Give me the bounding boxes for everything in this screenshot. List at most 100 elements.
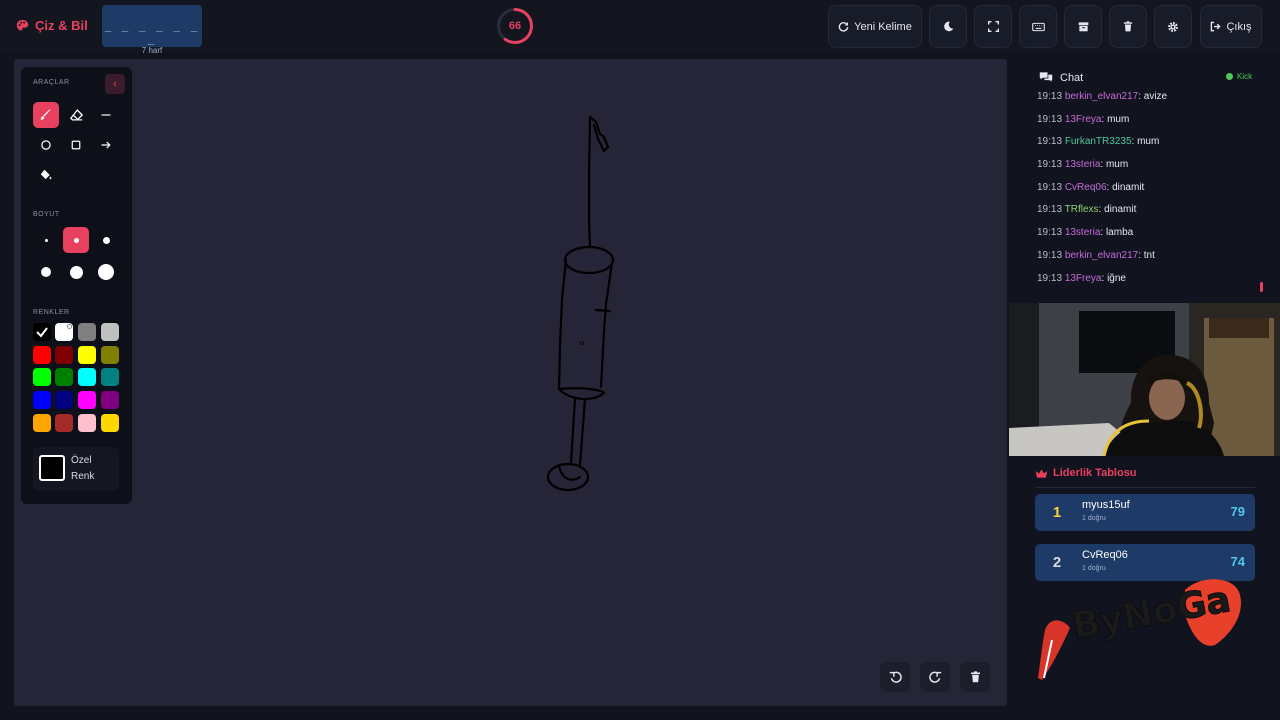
- trash-icon: [1123, 21, 1133, 32]
- exit-button[interactable]: Çıkış: [1200, 5, 1262, 48]
- color-swatch[interactable]: [55, 345, 73, 364]
- eraser-tool[interactable]: [63, 102, 89, 128]
- collapse-panel-button[interactable]: ‹: [105, 74, 125, 94]
- chat-message: 19:13 13Freya: iğne: [1037, 272, 1126, 284]
- redo-icon: [928, 671, 941, 683]
- new-word-label: Yeni Kelime: [854, 20, 912, 33]
- color-swatch[interactable]: [78, 413, 96, 432]
- leaderboard-rank: 2: [1052, 554, 1062, 571]
- chat-bubbles-icon: [1039, 72, 1053, 82]
- chat-username[interactable]: FurkanTR3235: [1065, 136, 1132, 147]
- chat-username[interactable]: CvReq06: [1065, 182, 1107, 193]
- color-swatch[interactable]: [101, 345, 119, 364]
- color-swatch[interactable]: [33, 345, 51, 364]
- chat-time: 19:13: [1037, 227, 1063, 239]
- custom-color-button[interactable]: Özel Renk: [33, 447, 119, 491]
- size-option-4[interactable]: [33, 259, 59, 285]
- chat-username[interactable]: 13steria: [1065, 159, 1101, 170]
- eraser-icon: [69, 109, 83, 121]
- color-swatch[interactable]: [55, 413, 73, 432]
- color-swatch[interactable]: [78, 323, 96, 341]
- clear-all-button[interactable]: [1109, 5, 1147, 48]
- chat-username[interactable]: TRflexs: [1065, 204, 1099, 215]
- theme-toggle-button[interactable]: [929, 5, 967, 48]
- chat-message-list: 19:13 berkin_elvan217: avize 19:13 13Frey…: [1037, 91, 1257, 295]
- chat-text: mum: [1105, 159, 1129, 171]
- color-swatch[interactable]: [55, 368, 73, 387]
- color-swatch[interactable]: [78, 391, 96, 410]
- chat-username[interactable]: 13steria: [1065, 227, 1101, 238]
- word-dashes: _ _ _ _ _ _ _: [104, 19, 200, 45]
- size-section-title: BOYUT: [33, 211, 60, 218]
- check-icon: [36, 327, 48, 338]
- circle-tool[interactable]: [33, 132, 59, 158]
- size-option-3[interactable]: [93, 227, 119, 253]
- color-swatch[interactable]: [78, 345, 96, 364]
- new-word-button[interactable]: Yeni Kelime: [828, 5, 922, 48]
- streamer-logo: ByNoGa: [1030, 570, 1270, 690]
- chat-message: 19:13 13steria: mum: [1037, 159, 1129, 171]
- chat-username[interactable]: berkin_elvan217: [1065, 91, 1138, 102]
- chat-message: 19:13 berkin_elvan217: avize: [1037, 91, 1168, 102]
- rectangle-tool[interactable]: [63, 132, 89, 158]
- chat-message: 19:13 TRflexs: dinamit: [1037, 204, 1137, 216]
- color-swatch[interactable]: [101, 368, 119, 387]
- color-swatch[interactable]: [33, 323, 51, 341]
- size-option-1[interactable]: [33, 227, 59, 253]
- settings-button[interactable]: [1154, 5, 1192, 48]
- color-swatch[interactable]: [33, 413, 51, 432]
- drawing-canvas[interactable]: [14, 59, 1007, 706]
- fullscreen-button[interactable]: [974, 5, 1012, 48]
- keyboard-button[interactable]: [1019, 5, 1057, 48]
- moon-icon: [943, 21, 953, 32]
- size-dot: [69, 265, 83, 279]
- size-dot: [41, 267, 51, 277]
- color-swatch[interactable]: [33, 368, 51, 387]
- top-bar: Çiz & Bil _ _ _ _ _ _ _ 7 harf 66 Yeni K…: [0, 0, 1280, 55]
- leaderboard-score: 79: [1230, 504, 1245, 519]
- undo-button[interactable]: [880, 662, 910, 692]
- size-option-5[interactable]: [63, 259, 89, 285]
- archive-button[interactable]: [1064, 5, 1102, 48]
- size-option-2[interactable]: [63, 227, 89, 253]
- chat-title: Chat: [1060, 72, 1084, 84]
- line-tool[interactable]: [93, 102, 119, 128]
- clear-canvas-button[interactable]: [960, 662, 990, 692]
- size-option-6[interactable]: [93, 259, 119, 285]
- chat-username[interactable]: 13Freya: [1065, 273, 1102, 284]
- chevron-left-icon: ‹: [113, 78, 117, 90]
- arrow-tool[interactable]: [93, 132, 119, 158]
- archive-icon: [1078, 22, 1088, 32]
- redo-button[interactable]: [920, 662, 950, 692]
- size-dot: [98, 264, 114, 280]
- fill-tool[interactable]: [33, 162, 59, 188]
- chat-scrollbar[interactable]: [1260, 282, 1263, 292]
- size-dot: [73, 237, 79, 243]
- color-swatch[interactable]: [101, 323, 119, 341]
- chat-text: dinamit: [1112, 181, 1145, 193]
- color-swatch[interactable]: [101, 413, 119, 432]
- color-swatch[interactable]: [55, 323, 73, 341]
- color-swatch[interactable]: [78, 368, 96, 387]
- chat-time: 19:13: [1037, 204, 1063, 216]
- chat-username[interactable]: 13Freya: [1065, 114, 1102, 125]
- color-swatch[interactable]: [101, 391, 119, 410]
- chat-text: avize: [1143, 91, 1168, 102]
- leaderboard-header: Liderlik Tablosu: [1035, 467, 1137, 479]
- chat-text: mum: [1137, 136, 1160, 148]
- leaderboard-player-name: CvReq06: [1082, 549, 1128, 561]
- fullscreen-icon: [987, 21, 999, 32]
- color-swatch[interactable]: [55, 391, 73, 410]
- line-icon: [101, 114, 111, 116]
- chat-message: 19:13 CvReq06: dinamit: [1037, 181, 1145, 193]
- chat-message: 19:13 13Freya: mum: [1037, 113, 1130, 125]
- brush-tool[interactable]: [33, 102, 59, 128]
- palette-icon: [16, 19, 29, 31]
- exit-label: Çıkış: [1226, 20, 1252, 33]
- webcam-scene: [1009, 303, 1280, 456]
- color-swatch[interactable]: [33, 391, 51, 410]
- tools-section-title: ARAÇLAR: [33, 79, 70, 86]
- chat-panel: Chat Kick 19:13 berkin_elvan217: avize 19…: [1027, 62, 1265, 297]
- chat-username[interactable]: berkin_elvan217: [1065, 250, 1138, 261]
- size-dot: [44, 238, 48, 242]
